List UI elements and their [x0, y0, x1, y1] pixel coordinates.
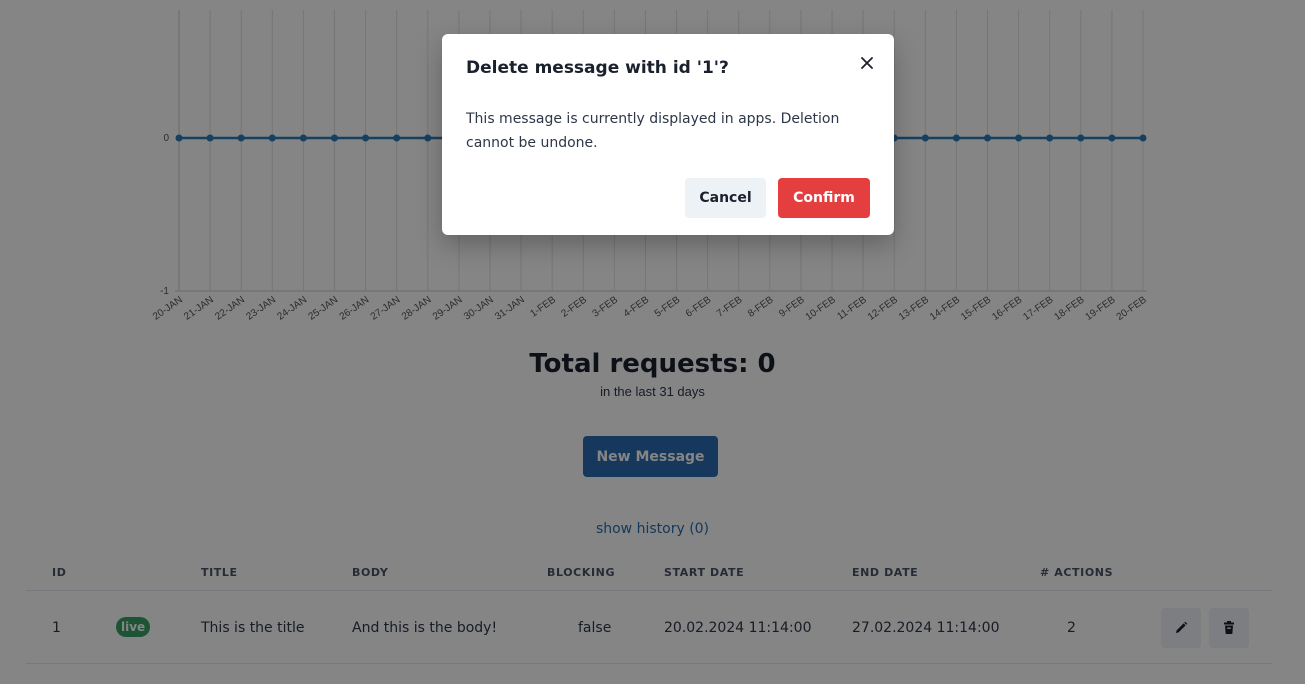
- modal-body: This message is currently displayed in a…: [466, 111, 840, 151]
- page: 0 -1 20-JAN 21-JAN 22-JAN 23-JAN 24-JAN 25-JAN 2…: [0, 0, 1305, 684]
- close-button[interactable]: [852, 48, 882, 78]
- cancel-button[interactable]: Cancel: [685, 178, 766, 218]
- delete-confirmation-dialog: Delete message with id '1'? This message…: [442, 34, 894, 235]
- close-icon: [861, 57, 873, 69]
- confirm-button[interactable]: Confirm: [778, 178, 870, 218]
- modal-title: Delete message with id '1'?: [466, 58, 729, 78]
